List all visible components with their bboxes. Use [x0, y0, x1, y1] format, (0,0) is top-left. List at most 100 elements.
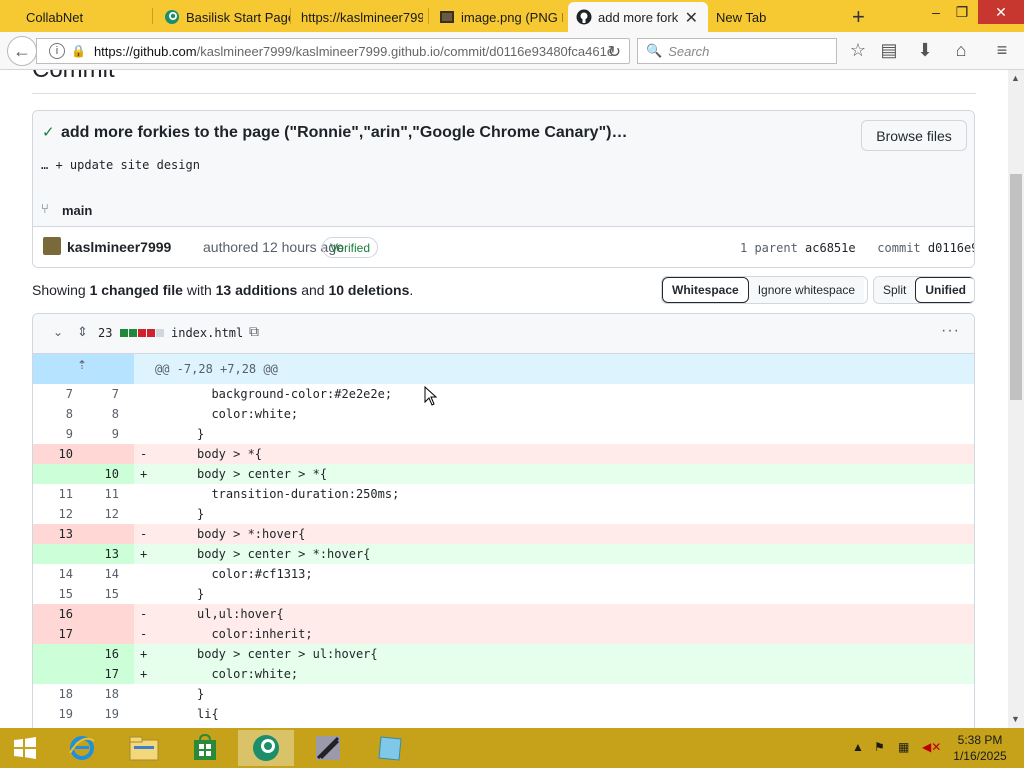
scrollbar[interactable]: ▲ ▼: [1008, 70, 1024, 728]
old-line-number[interactable]: 15: [33, 587, 73, 601]
new-line-number[interactable]: 19: [79, 707, 119, 721]
store-icon[interactable]: [177, 730, 233, 766]
tab-new-tab[interactable]: New Tab: [708, 2, 838, 32]
tab-separator: [428, 8, 429, 24]
whitespace-toggle: Whitespace Ignore whitespace: [661, 276, 868, 304]
summary-with: with: [186, 282, 212, 298]
old-line-number[interactable]: 11: [33, 487, 73, 501]
volume-icon[interactable]: ◀✕: [922, 740, 941, 754]
network-icon[interactable]: ▦: [898, 740, 909, 754]
new-tab-plus-icon[interactable]: +: [852, 4, 865, 30]
summary-files-changed[interactable]: 1 changed file: [90, 282, 183, 298]
tray-up-icon[interactable]: ▲: [852, 740, 864, 754]
clock-time: 5:38 PM: [957, 733, 1003, 747]
added-line: 17 + color:white;: [33, 664, 974, 684]
branch-name[interactable]: main: [62, 203, 92, 218]
new-line-number[interactable]: 13: [79, 547, 119, 561]
window-close-icon[interactable]: ✕: [978, 0, 1024, 24]
new-line-number[interactable]: 14: [79, 567, 119, 581]
start-icon[interactable]: [0, 730, 50, 766]
reload-icon[interactable]: ↻: [608, 42, 621, 62]
action-center-icon[interactable]: ⚑: [874, 740, 885, 754]
commit-header: ✓ add more forkies to the page ("Ronnie"…: [33, 111, 974, 227]
new-line-number[interactable]: 18: [79, 687, 119, 701]
notepad-taskbar-icon[interactable]: [362, 730, 418, 766]
download-icon[interactable]: ⬇: [913, 40, 937, 61]
avatar[interactable]: [43, 237, 61, 255]
context-line: 15 15}: [33, 584, 974, 604]
clock[interactable]: 5:38 PM 1/16/2025: [948, 732, 1012, 764]
divider: [32, 93, 976, 94]
tab-title: CollabNet: [26, 9, 84, 25]
home-icon[interactable]: ⌂: [949, 40, 973, 61]
app-taskbar-icon[interactable]: [300, 730, 356, 766]
whitespace-button[interactable]: Whitespace: [662, 277, 749, 303]
back-arrow-icon[interactable]: ←: [7, 36, 37, 66]
parent-hash-link[interactable]: ac6851e: [805, 241, 856, 255]
old-line-number[interactable]: 13: [33, 527, 73, 541]
tab-basilisk[interactable]: Basilisk Start Page: [156, 2, 290, 32]
old-line-number[interactable]: 14: [33, 567, 73, 581]
old-line-number[interactable]: 12: [33, 507, 73, 521]
navigation-bar: i 🔒 https://github.com/kaslmineer7999/ka…: [0, 32, 1024, 70]
ie-icon[interactable]: [54, 730, 110, 766]
new-line-number[interactable]: 9: [79, 427, 119, 441]
explorer-icon[interactable]: [116, 730, 172, 766]
author-name[interactable]: kaslmineer7999: [67, 239, 171, 255]
tab-github-commit[interactable]: add more fork ✕: [568, 2, 708, 32]
basilisk-taskbar-icon[interactable]: [238, 730, 294, 766]
unified-button[interactable]: Unified: [915, 277, 974, 303]
hunk-text: @@ -7,28 +7,28 @@: [155, 362, 278, 376]
old-line-number[interactable]: 18: [33, 687, 73, 701]
expand-up-icon[interactable]: ⇡: [77, 358, 87, 372]
file-name[interactable]: index.html: [171, 326, 243, 340]
search-placeholder: Search: [668, 43, 710, 59]
new-line-number[interactable]: 7: [79, 387, 119, 401]
chevron-down-icon[interactable]: ⌄: [53, 325, 63, 339]
restore-icon[interactable]: ❐: [946, 0, 978, 24]
scroll-down-icon[interactable]: ▼: [1011, 714, 1020, 724]
info-icon[interactable]: i: [49, 43, 65, 59]
old-line-number[interactable]: 8: [33, 407, 73, 421]
page-title: Commit: [32, 70, 115, 84]
tab-collabnet[interactable]: CollabNet: [18, 2, 158, 32]
star-icon[interactable]: ☆: [846, 40, 870, 61]
split-button[interactable]: Split: [874, 277, 916, 303]
new-line-number[interactable]: 11: [79, 487, 119, 501]
lock-icon: 🔒: [71, 44, 86, 58]
scrollbar-thumb[interactable]: [1010, 174, 1022, 400]
browse-files-button[interactable]: Browse files: [861, 120, 967, 151]
old-line-number[interactable]: 7: [33, 387, 73, 401]
old-line-number[interactable]: 17: [33, 627, 73, 641]
old-line-number[interactable]: 9: [33, 427, 73, 441]
old-line-number[interactable]: 10: [33, 447, 73, 461]
reading-list-icon[interactable]: ▤: [877, 40, 901, 61]
address-bar[interactable]: i 🔒 https://github.com/kaslmineer7999/ka…: [36, 38, 630, 64]
tab-image-png[interactable]: image.png (PNG I: [431, 2, 563, 32]
new-line-number[interactable]: 10: [79, 467, 119, 481]
expand-icon[interactable]: ⇕: [77, 324, 88, 340]
scroll-up-icon[interactable]: ▲: [1011, 73, 1020, 83]
menu-icon[interactable]: ≡: [990, 40, 1014, 61]
old-line-number[interactable]: 19: [33, 707, 73, 721]
new-line-number[interactable]: 17: [79, 667, 119, 681]
tab-close-icon[interactable]: ✕: [685, 8, 698, 28]
new-line-number[interactable]: 15: [79, 587, 119, 601]
new-line-number[interactable]: 8: [79, 407, 119, 421]
hunk-gutter: ⇡: [33, 354, 134, 384]
context-line: 77 background-color:#2e2e2e;: [33, 384, 974, 404]
copy-icon[interactable]: ⧉: [249, 323, 259, 340]
tab-kaslmineer[interactable]: https://kaslmineer799: [293, 2, 423, 32]
summary-additions: 13 additions: [215, 282, 298, 298]
new-line-number[interactable]: 12: [79, 507, 119, 521]
search-input[interactable]: 🔍 Search: [637, 38, 837, 64]
minus-marker: -: [140, 627, 148, 641]
verified-badge[interactable]: Verified: [322, 237, 379, 258]
more-icon[interactable]: ···: [941, 322, 960, 340]
code-text: body > center > ul:hover{: [197, 647, 378, 661]
tab-title: add more fork: [598, 9, 679, 25]
old-line-number[interactable]: 16: [33, 607, 73, 621]
ignore-whitespace-button[interactable]: Ignore whitespace: [748, 277, 865, 303]
new-line-number[interactable]: 16: [79, 647, 119, 661]
commit-label: commit: [877, 241, 921, 255]
